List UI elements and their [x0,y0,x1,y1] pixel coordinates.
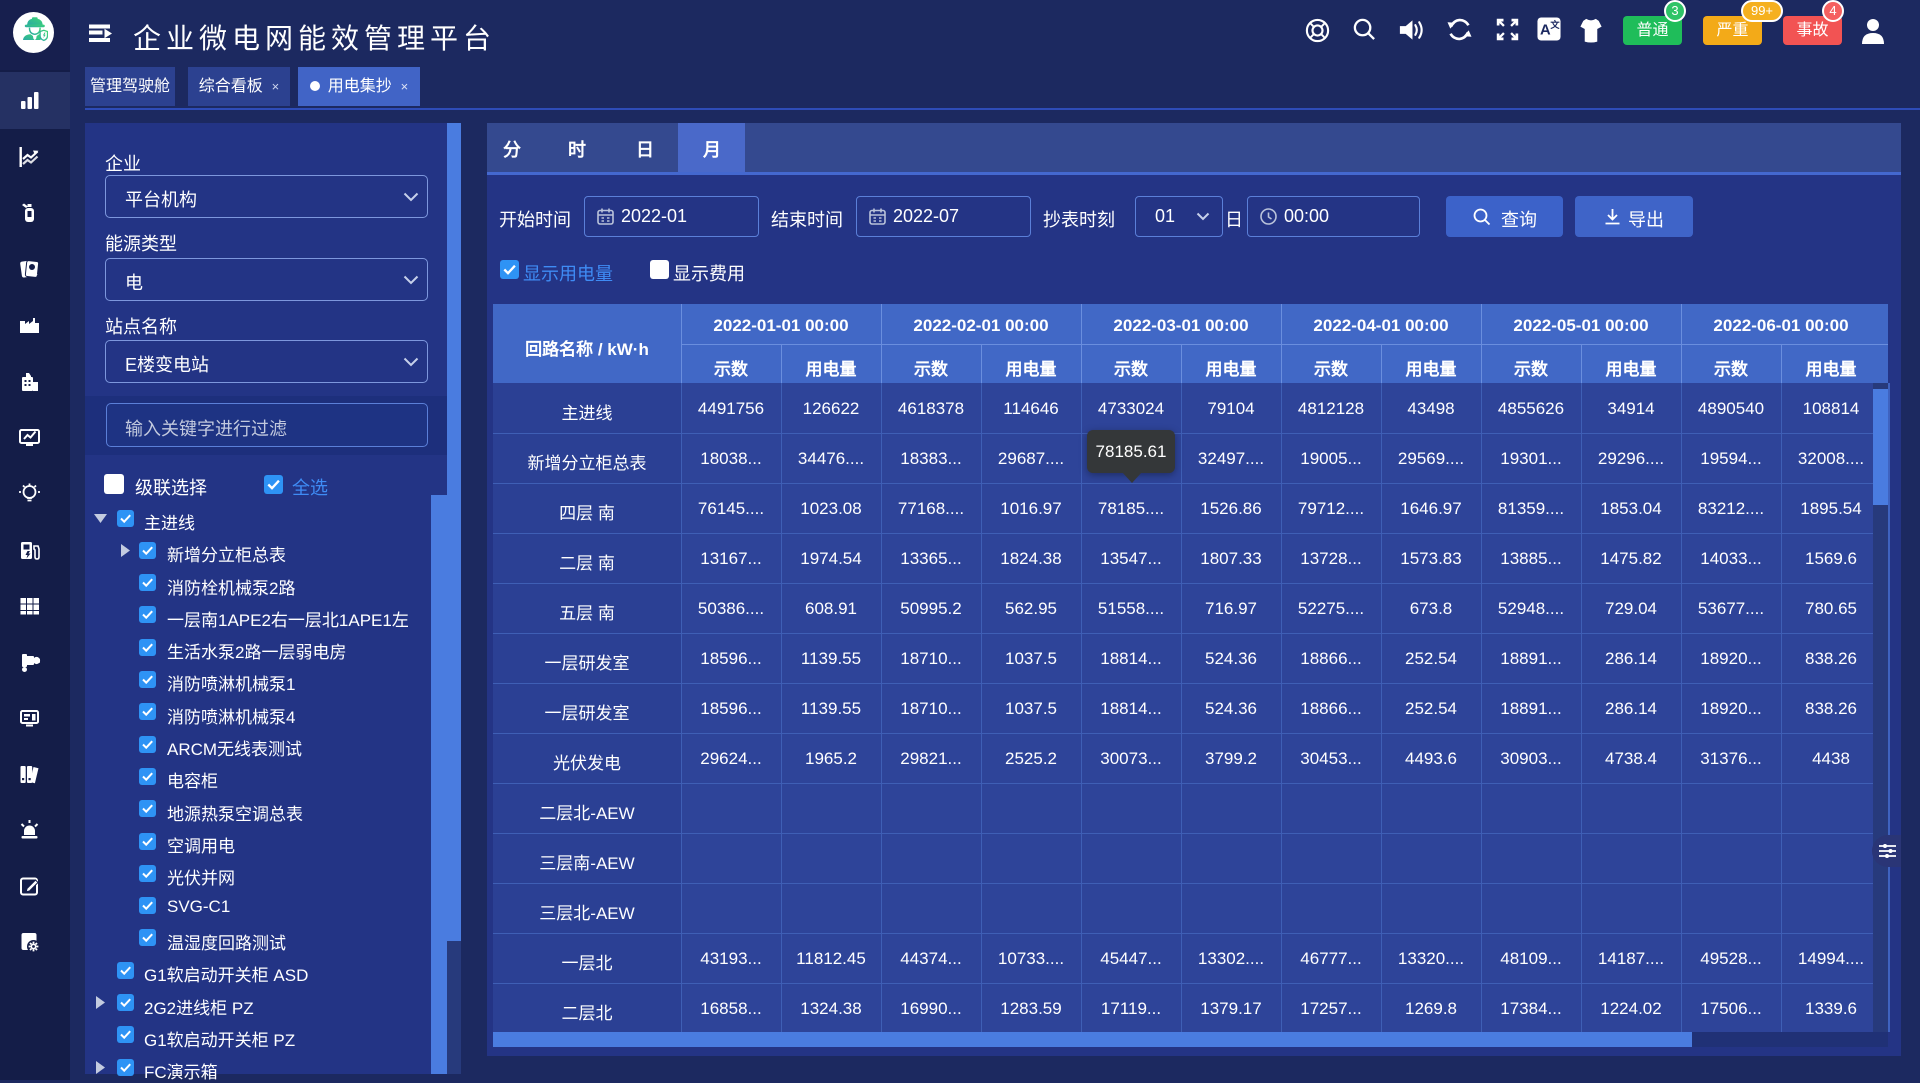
svg-text:文: 文 [1549,19,1560,30]
svg-text:A: A [1540,23,1551,39]
